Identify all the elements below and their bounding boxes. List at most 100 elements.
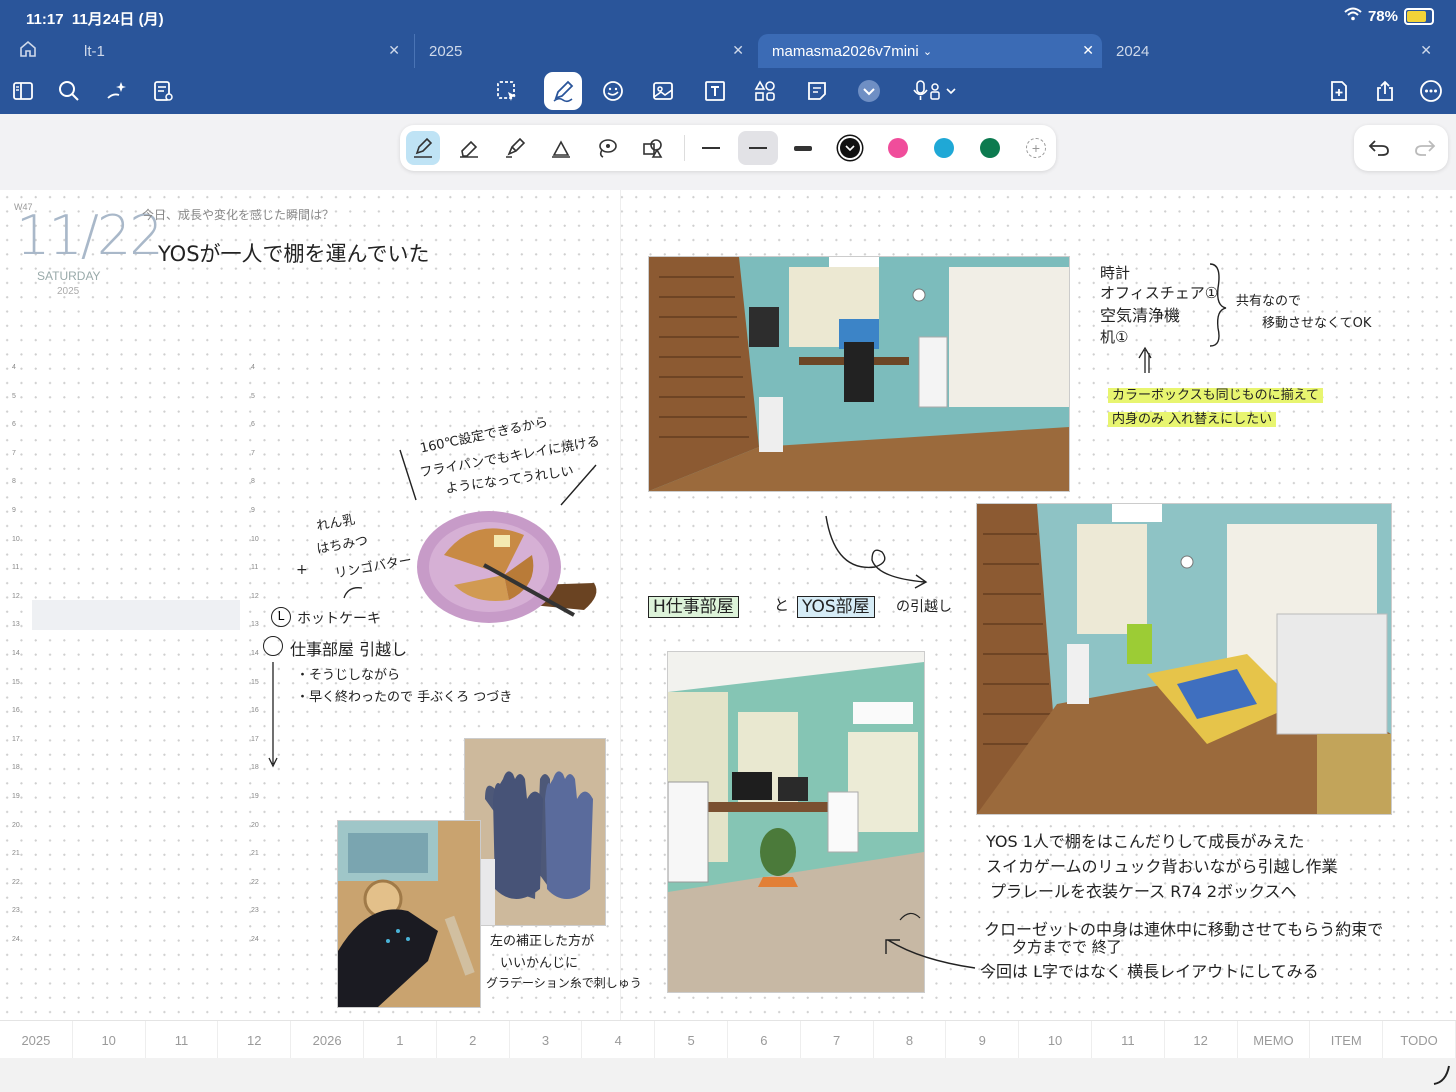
close-icon[interactable]: ✕ [732,42,744,59]
month-tab[interactable]: 2025 [0,1021,73,1059]
close-icon[interactable]: ✕ [1420,42,1432,59]
color-black-swatch[interactable] [840,138,860,158]
highlighter-button[interactable] [498,131,532,165]
time-label: 7 [12,449,16,457]
month-navigation: 2025 10 11 12 2026 1 2 3 4 5 6 7 8 9 10 11 12 MEMO ITEM TOD… [0,1020,1456,1059]
highlight-note-1: カラーボックスも同じものに揃えて [1108,384,1323,403]
close-icon[interactable]: ✕ [1082,42,1094,59]
note-icon [808,82,826,100]
color-cyan-swatch[interactable] [934,138,954,158]
wifi-icon [1344,7,1362,25]
month-tab[interactable]: 10 [1019,1021,1092,1059]
shapes-tool-button[interactable] [636,131,670,165]
image-button[interactable] [646,74,680,108]
month-tab[interactable]: 5 [655,1021,728,1059]
month-tab[interactable]: 11 [1092,1021,1165,1059]
month-tab[interactable]: 8 [874,1021,947,1059]
undo-button[interactable] [1362,131,1396,165]
time-label: 18 [12,764,20,772]
tab-mamasma2026v7mini[interactable]: mamasma2026v7mini ⌄ ✕ [758,34,1102,68]
tab-2025[interactable]: 2025 ✕ [414,34,752,68]
pancake-photo[interactable] [414,505,602,625]
stroke-thin-button[interactable] [694,131,728,165]
chevron-down-icon[interactable]: ⌄ [923,45,932,58]
label-move: の引越し [896,599,952,615]
time-label: 5 [12,392,16,400]
lasso-icon [497,81,516,101]
month-tab[interactable]: 9 [946,1021,1020,1059]
ruler-pen-icon [552,140,570,158]
month-tab[interactable]: 2 [437,1021,510,1059]
outline-button[interactable] [146,74,180,108]
add-page-button[interactable] [1322,74,1356,108]
month-tab[interactable]: ITEM [1310,1021,1384,1059]
month-tab[interactable]: TODO [1383,1021,1456,1059]
chevron-down-icon [845,145,855,152]
notebook-page[interactable]: W47 11/22 SATURDAY 2025 今日、成長や変化を感じた瞬間は？… [0,190,1456,1020]
redo-button[interactable] [1408,131,1442,165]
time-label: 4 [12,364,16,371]
month-tab[interactable]: 1 [364,1021,437,1059]
sidebar-button[interactable] [6,74,40,108]
month-tab[interactable]: 10 [73,1021,146,1059]
time-label: 12 [12,592,20,600]
stroke-medium-button[interactable] [738,131,778,165]
page-curl-icon[interactable] [1432,1062,1452,1086]
month-tab[interactable]: 3 [510,1021,583,1059]
sticker-button[interactable] [596,74,630,108]
pen-tool-button[interactable] [544,72,582,110]
lasso-tool-button[interactable] [590,131,624,165]
highlighter-icon [506,137,526,158]
month-tab[interactable]: 12 [218,1021,292,1059]
month-tab[interactable]: 4 [582,1021,656,1059]
glove-caption-2: いいかんじに [500,956,579,971]
color-pink-swatch[interactable] [888,138,908,158]
audio-button[interactable] [908,74,962,108]
task-checkbox[interactable] [263,636,283,656]
tab-2024[interactable]: 2024 ✕ [1102,34,1440,68]
time-label: 11 [251,564,259,572]
shape-pen-button[interactable] [544,131,578,165]
note-button[interactable] [800,74,834,108]
time-label: 11 [12,564,20,572]
fountain-pen-button[interactable] [406,131,440,165]
note-line-1: YOS 1人で棚をはこんだりして成長がみえた [986,832,1305,851]
month-tab[interactable]: 7 [801,1021,874,1059]
add-color-button[interactable]: + [1026,138,1046,158]
time-label: 9 [251,507,255,514]
share-button[interactable] [1368,74,1402,108]
task-2: 仕事部屋 引越し [290,640,408,659]
month-tab[interactable]: MEMO [1238,1021,1311,1059]
time-label: 15 [251,678,259,686]
month-tab[interactable]: 6 [728,1021,801,1059]
home-tab[interactable] [18,34,58,68]
share-icon [1377,80,1393,101]
time-label: 17 [12,735,20,743]
year: 2025 [57,286,80,297]
room-photo-before[interactable] [648,256,1070,492]
topping-3: リンゴバター [333,553,414,582]
task-done-marker[interactable]: L [271,607,291,627]
textbox-button[interactable] [698,74,732,108]
color-green-swatch[interactable] [980,138,1000,158]
time-label: 19 [251,793,259,800]
time-label: 17 [251,735,259,743]
room-photo-yos[interactable] [976,503,1392,815]
gloves-photo[interactable] [464,738,606,926]
month-tab[interactable]: 12 [1165,1021,1238,1059]
shapes-button[interactable] [748,74,782,108]
search-button[interactable] [52,74,86,108]
label-yos-room: YOS部屋 [797,592,875,618]
month-tab[interactable]: 2026 [291,1021,364,1059]
close-icon[interactable]: ✕ [388,42,400,59]
more-tools-button[interactable] [852,74,886,108]
month-tab[interactable]: 11 [146,1021,219,1059]
note-line-2: スイカゲームのリュック背おいながら引越し作業 [986,857,1338,876]
stroke-thick-button[interactable] [786,131,820,165]
embroidery-photo[interactable] [337,820,481,1008]
tab-lt1[interactable]: lt-1 ✕ [70,34,408,68]
lasso-button[interactable] [490,74,524,108]
ai-button[interactable] [100,74,134,108]
eraser-button[interactable] [452,131,486,165]
more-button[interactable] [1414,74,1448,108]
